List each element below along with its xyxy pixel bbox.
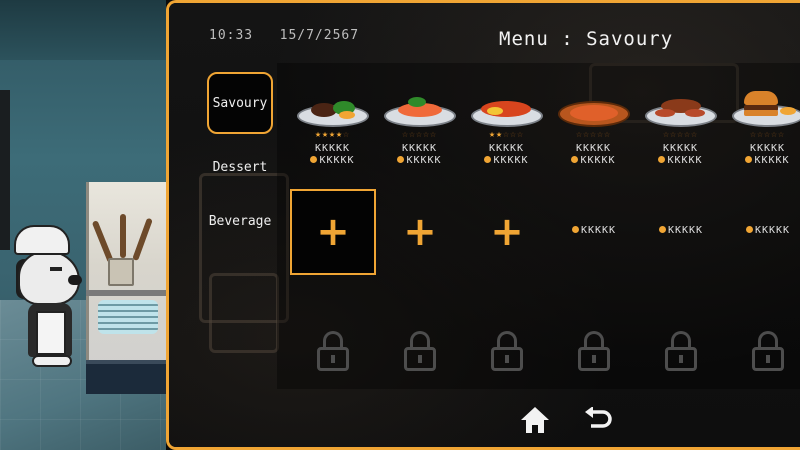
unlock-price: KKKKK xyxy=(638,225,724,236)
dish-rating: ★★☆☆☆ xyxy=(488,129,525,140)
back-arrow-icon xyxy=(585,407,612,428)
unlock-price: KKKKK xyxy=(725,225,800,236)
back-button[interactable] xyxy=(583,407,613,433)
tab-label: Savoury xyxy=(212,95,268,111)
dish-name: KKKKK xyxy=(314,143,351,154)
home-button[interactable] xyxy=(521,407,549,433)
coin-icon xyxy=(658,156,666,163)
dish-price: KKKKK xyxy=(289,155,376,166)
dish-price: KKKKK xyxy=(724,155,800,166)
lock-icon xyxy=(315,331,351,371)
coin-icon xyxy=(310,156,318,163)
sashimi-dish-icon xyxy=(384,95,456,127)
dish-rating: ☆☆☆☆☆ xyxy=(401,129,438,140)
coin-icon xyxy=(571,226,579,233)
tab-savoury[interactable]: Savoury xyxy=(207,72,273,134)
tab-label: Dessert xyxy=(212,159,268,175)
dish-price: KKKKK xyxy=(550,155,637,166)
coin-icon xyxy=(484,156,492,163)
dish-card[interactable]: ☆☆☆☆☆ KKKKK KKKKK xyxy=(550,67,637,166)
dish-rating: ☆☆☆☆☆ xyxy=(575,129,612,140)
status-date: 15/7/2567 xyxy=(279,28,360,43)
tab-dessert[interactable]: Dessert xyxy=(207,152,273,182)
dish-name: KKKKK xyxy=(749,143,786,154)
chef-nose xyxy=(68,275,82,285)
pizza-dish-icon xyxy=(558,95,630,127)
plus-icon: + xyxy=(316,209,350,255)
dish-price: KKKKK xyxy=(463,155,550,166)
dish-card[interactable]: ☆☆☆☆☆ KKKKK KKKKK xyxy=(637,67,724,166)
lock-icon xyxy=(402,331,438,371)
chef-character xyxy=(6,225,92,375)
background-chair xyxy=(209,273,279,353)
dish-card[interactable]: ★★★★☆ KKKKK KKKKK xyxy=(289,67,376,166)
dish-rating: ☆☆☆☆☆ xyxy=(749,129,786,140)
kitchen-wall xyxy=(0,0,166,60)
shelf-divider xyxy=(86,290,166,296)
dish-name: KKKKK xyxy=(488,143,525,154)
coin-icon xyxy=(571,156,579,163)
dish-name: KKKKK xyxy=(575,143,612,154)
dish-rating: ★★★★☆ xyxy=(314,129,351,140)
add-slot-button[interactable]: + xyxy=(464,189,550,275)
buy-slot-button[interactable]: KKKKK xyxy=(725,189,800,275)
tab-beverage[interactable]: Beverage xyxy=(207,206,273,236)
coin-icon xyxy=(397,156,405,163)
lock-icon xyxy=(663,331,699,371)
lock-icon xyxy=(750,331,786,371)
home-icon-door xyxy=(532,425,538,433)
coin-icon xyxy=(745,226,753,233)
plate-stack xyxy=(98,300,158,334)
kitchen-counter xyxy=(86,360,166,394)
dish-card[interactable]: ★★☆☆☆ KKKKK KKKKK xyxy=(463,67,550,166)
buy-slot-button[interactable]: KKKKK xyxy=(638,189,724,275)
add-slot-button[interactable]: + xyxy=(290,189,376,275)
chef-eye xyxy=(50,267,62,271)
dish-rating: ☆☆☆☆☆ xyxy=(662,129,699,140)
fried-fish-dish-icon xyxy=(471,95,543,127)
sausage-dish-icon xyxy=(645,95,717,127)
tab-label: Beverage xyxy=(208,213,272,229)
dish-name: KKKKK xyxy=(401,143,438,154)
dish-price: KKKKK xyxy=(376,155,463,166)
status-time: 10:33 xyxy=(209,28,254,43)
steak-dish-icon xyxy=(297,95,369,127)
dish-card[interactable]: ☆☆☆☆☆ KKKKK KKKKK xyxy=(724,67,800,166)
status-datetime: 10:33 15/7/2567 xyxy=(209,28,359,43)
dish-name: KKKKK xyxy=(662,143,699,154)
add-slot-button[interactable]: + xyxy=(377,189,463,275)
lock-icon xyxy=(576,331,612,371)
wooden-spoon-icon xyxy=(120,214,126,258)
lock-icon xyxy=(489,331,525,371)
plus-icon: + xyxy=(403,209,437,255)
chef-feet xyxy=(32,355,72,367)
dish-card[interactable]: ☆☆☆☆☆ KKKKK KKKKK xyxy=(376,67,463,166)
buy-slot-button[interactable]: KKKKK xyxy=(551,189,637,275)
unlock-price: KKKKK xyxy=(551,225,637,236)
menu-title: Menu : Savoury xyxy=(499,28,674,50)
dish-price: KKKKK xyxy=(637,155,724,166)
plus-icon: + xyxy=(490,209,524,255)
coin-icon xyxy=(745,156,753,163)
utensil-holder xyxy=(108,258,134,286)
coin-icon xyxy=(658,226,666,233)
menu-panel: 10:33 15/7/2567 Menu : Savoury Savoury D… xyxy=(166,0,800,450)
chef-apron xyxy=(36,311,66,355)
burger-dish-icon xyxy=(732,91,800,127)
kitchen-scene xyxy=(0,0,166,450)
chef-hat-icon xyxy=(14,225,70,255)
